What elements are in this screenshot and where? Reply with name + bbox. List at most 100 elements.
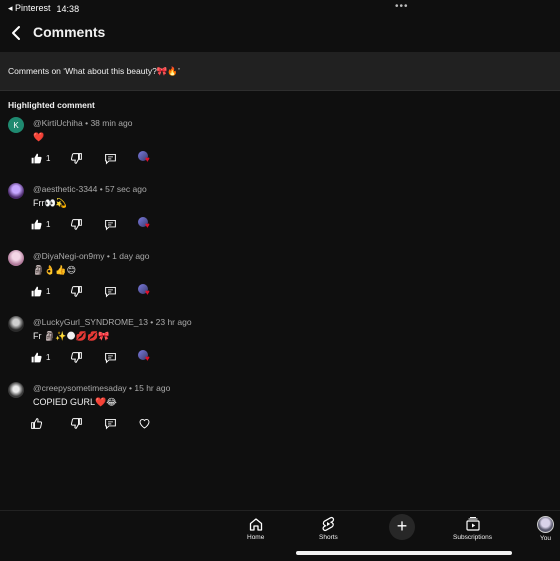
meta-separator: • [147, 317, 156, 327]
comment-text: COPIED GURL❤️😂 [33, 397, 117, 407]
comment-author[interactable]: @KirtiUchiha [33, 118, 83, 128]
thumbs-down-icon [70, 285, 82, 297]
shorts-icon [322, 516, 335, 532]
thumbs-down-icon [70, 218, 82, 230]
like-count: 1 [46, 153, 51, 163]
creator-heart-badge[interactable]: ♥ [138, 284, 154, 298]
back-button[interactable] [8, 24, 26, 42]
thumbs-up-icon [31, 153, 42, 163]
creator-heart-badge[interactable]: ♥ [138, 151, 154, 165]
comment-meta: @aesthetic-3344 • 57 sec ago [33, 184, 147, 194]
avatar[interactable] [8, 183, 24, 199]
nav-home[interactable]: Home [247, 516, 264, 541]
like-button[interactable] [30, 416, 43, 430]
creator-heart-badge[interactable]: ♥ [138, 350, 154, 364]
comment-author[interactable]: @creepysometimesaday [33, 383, 127, 393]
avatar[interactable] [8, 316, 24, 332]
comment-time: 15 hr ago [134, 383, 171, 393]
comment-meta: @DiyaNegi-on9my • 1 day ago [33, 251, 150, 261]
dislike-button[interactable] [70, 416, 83, 430]
status-time: 14:38 [56, 3, 80, 14]
heart-icon: ♥ [145, 221, 150, 230]
dislike-button[interactable] [70, 284, 83, 298]
thumbs-down-icon [70, 152, 82, 164]
comment-actions: 1 ♥ [30, 350, 170, 366]
back-to-app-label[interactable]: ◂ Pinterest [8, 3, 51, 14]
comment-item: @aesthetic-3344 • 57 sec ago Frr👀💫 1 ♥ [0, 183, 560, 243]
comment-time: 1 day ago [112, 251, 150, 261]
nav-you-label: You [540, 535, 551, 542]
nav-shorts-label: Shorts [319, 534, 338, 541]
multitasking-dots-icon[interactable]: ••• [395, 1, 409, 12]
video-context-bar[interactable]: Comments on ‘What about this beauty?🎀🔥’ [0, 52, 560, 91]
reply-icon [105, 219, 116, 231]
nav-subscriptions-label: Subscriptions [453, 534, 493, 541]
comment-actions: 1 ♥ [30, 217, 170, 233]
comment-actions: 1 ♥ [30, 284, 170, 300]
avatar[interactable] [8, 250, 24, 266]
thumbs-up-icon [31, 352, 42, 362]
nav-shorts[interactable]: Shorts [319, 516, 338, 541]
heart-button[interactable] [138, 416, 151, 430]
profile-avatar [537, 516, 554, 533]
reply-button[interactable] [104, 284, 117, 298]
thumbs-up-icon [31, 286, 42, 296]
avatar[interactable]: K [8, 117, 24, 133]
comment-author[interactable]: @aesthetic-3344 [33, 184, 97, 194]
comment-time: 23 hr ago [155, 317, 192, 327]
like-count: 1 [46, 352, 51, 362]
reply-button[interactable] [104, 217, 117, 231]
like-count: 1 [46, 286, 51, 296]
reply-button[interactable] [104, 151, 117, 165]
comment-item: @LuckyGurl_SYNDROME_13 • 23 hr ago Fr 🗿✨… [0, 316, 560, 376]
heart-icon: ♥ [145, 155, 150, 164]
avatar[interactable] [8, 382, 24, 398]
comment-actions [30, 416, 170, 432]
thumbs-down-icon [70, 417, 82, 429]
nav-you[interactable]: You [537, 516, 554, 542]
thumbs-up-icon [31, 417, 43, 429]
dislike-button[interactable] [70, 151, 83, 165]
reply-button[interactable] [104, 350, 117, 364]
dislike-button[interactable] [70, 217, 83, 231]
reply-button[interactable] [104, 416, 117, 430]
like-button[interactable]: 1 [30, 217, 50, 231]
comment-text: Frr👀💫 [33, 198, 67, 208]
comment-meta: @KirtiUchiha • 38 min ago [33, 118, 133, 128]
comment-text: Fr 🗿✨🌑💋💋🎀 [33, 331, 110, 341]
nav-subscriptions[interactable]: Subscriptions [453, 516, 492, 541]
meta-separator: • [97, 184, 106, 194]
creator-heart-badge[interactable]: ♥ [138, 217, 154, 231]
comment-author[interactable]: @LuckyGurl_SYNDROME_13 [33, 317, 148, 327]
reply-icon [105, 352, 116, 364]
thumbs-up-icon [31, 219, 42, 229]
heart-icon: ♥ [145, 288, 150, 297]
home-icon [249, 518, 262, 531]
comment-item: @creepysometimesaday • 15 hr ago COPIED … [0, 382, 560, 442]
heart-icon: ♥ [145, 354, 150, 363]
home-indicator[interactable] [296, 551, 512, 555]
like-count: 1 [46, 219, 51, 229]
page-title: Comments [33, 24, 106, 40]
comment-item: @DiyaNegi-on9my • 1 day ago 🗿👌👍😊 1 ♥ [0, 250, 560, 310]
status-left: ◂ Pinterest 14:38 [8, 3, 79, 14]
comment-meta: @creepysometimesaday • 15 hr ago [33, 383, 170, 393]
like-button[interactable]: 1 [30, 284, 50, 298]
reply-icon [105, 286, 116, 298]
dislike-button[interactable] [70, 350, 83, 364]
context-text: Comments on ‘What about this beauty?🎀🔥’ [8, 66, 180, 76]
status-bar: ◂ Pinterest 14:38 ••• [0, 0, 560, 16]
comment-actions: 1 ♥ [30, 151, 170, 167]
section-label: Highlighted comment [8, 100, 95, 110]
comment-text: ❤️ [33, 132, 45, 142]
plus-icon: + [396, 516, 408, 536]
like-button[interactable]: 1 [30, 151, 50, 165]
comment-meta: @LuckyGurl_SYNDROME_13 • 23 hr ago [33, 317, 192, 327]
create-button[interactable]: + [389, 514, 415, 540]
comment-author[interactable]: @DiyaNegi-on9my [33, 251, 104, 261]
comment-item: K @KirtiUchiha • 38 min ago ❤️ 1 ♥ [0, 117, 560, 177]
subscriptions-icon [465, 517, 480, 531]
comment-time: 38 min ago [90, 118, 133, 128]
like-button[interactable]: 1 [30, 350, 50, 364]
reply-icon [105, 418, 116, 430]
